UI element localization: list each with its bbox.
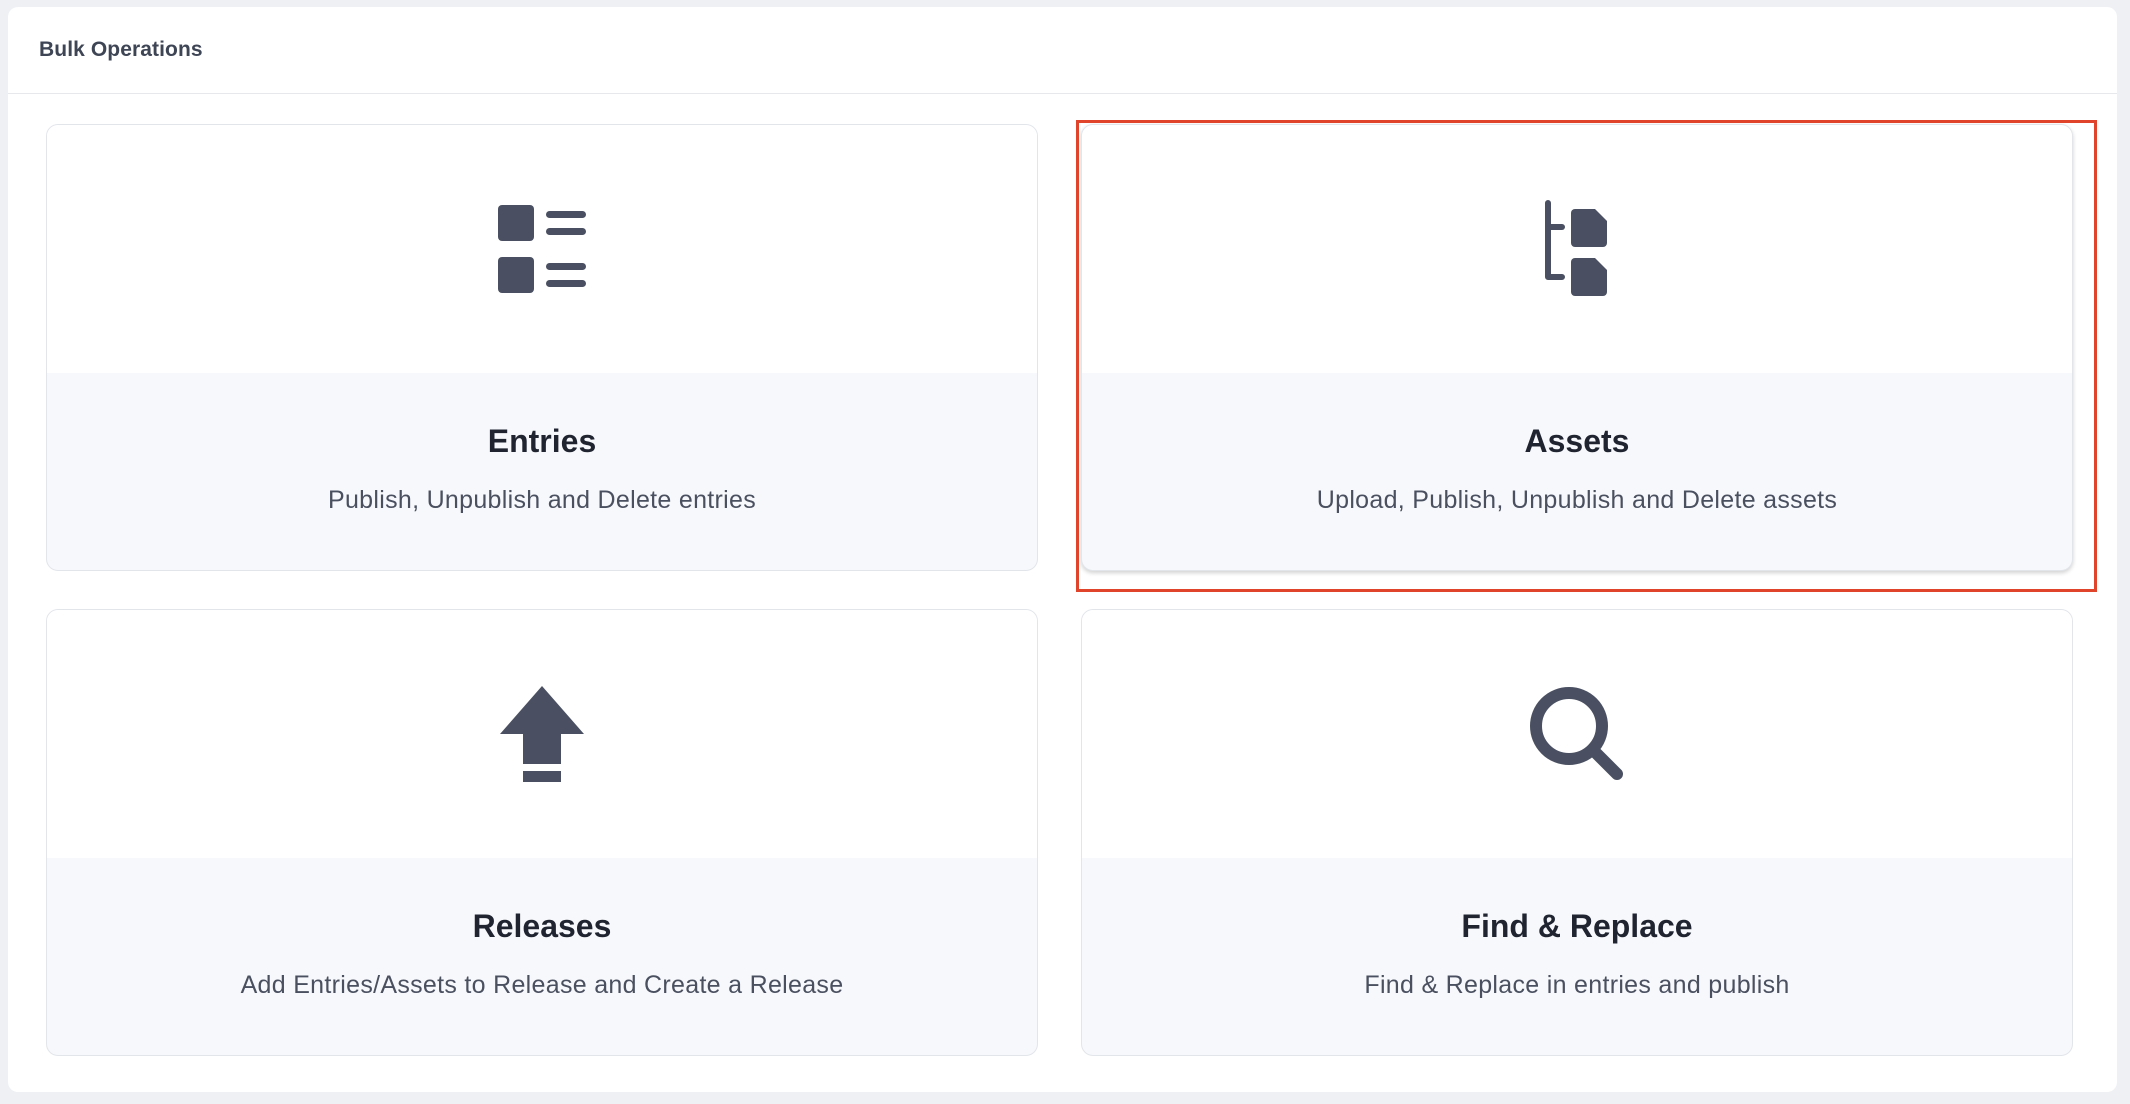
card-releases-description: Add Entries/Assets to Release and Create… <box>240 971 844 999</box>
card-assets-title: Assets <box>1524 423 1630 459</box>
card-entries[interactable]: Entries Publish, Unpublish and Delete en… <box>46 124 1038 571</box>
panel-header: Bulk Operations <box>8 7 2117 94</box>
card-find-replace-icon-area <box>1082 610 2072 858</box>
card-entries-description: Publish, Unpublish and Delete entries <box>327 486 757 514</box>
upload-arrow-icon <box>487 679 597 789</box>
card-releases-icon-area <box>47 610 1037 858</box>
card-entries-icon-area <box>47 125 1037 373</box>
search-icon <box>1522 679 1632 789</box>
assets-tree-icon <box>1522 194 1632 304</box>
entries-list-icon <box>487 194 597 304</box>
page-title: Bulk Operations <box>39 38 203 61</box>
bulk-operations-panel: Bulk Operations Entries Publish, Unpubli… <box>8 7 2117 1092</box>
card-releases[interactable]: Releases Add Entries/Assets to Release a… <box>46 609 1038 1056</box>
card-assets[interactable]: Assets Upload, Publish, Unpublish and De… <box>1081 124 2073 571</box>
card-assets-icon-area <box>1082 125 2072 373</box>
card-find-replace-description: Find & Replace in entries and publish <box>1364 971 1790 999</box>
card-entries-title: Entries <box>487 423 597 459</box>
card-find-replace[interactable]: Find & Replace Find & Replace in entries… <box>1081 609 2073 1056</box>
card-releases-title: Releases <box>472 908 612 944</box>
card-find-replace-title: Find & Replace <box>1461 908 1693 944</box>
card-assets-description: Upload, Publish, Unpublish and Delete as… <box>1316 486 1838 514</box>
